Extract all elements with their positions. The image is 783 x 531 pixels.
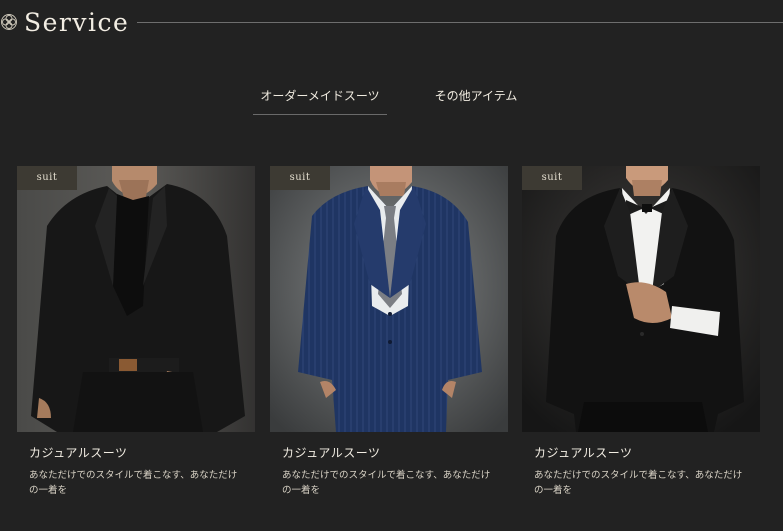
card-photo[interactable]: suit [17,166,255,432]
card-description: あなただけでのスタイルで着こなす、あなただけの一着を [29,470,238,496]
card-tag: suit [270,166,330,190]
tab-order-made-suits[interactable]: オーダーメイドスーツ [253,82,387,115]
tab-other-items[interactable]: その他アイテム [420,82,532,114]
page-title: Service [24,8,130,37]
card-tag: suit [17,166,77,190]
section-header: Service [0,0,783,48]
card-photo[interactable]: suit [270,166,508,432]
card-description: あなただけでのスタイルで着こなす、あなただけの一着を [534,470,743,496]
title-divider [137,22,783,23]
card-photo[interactable]: suit [522,166,760,432]
card-tag: suit [522,166,582,190]
floral-emblem-icon [0,13,18,31]
service-tabs: オーダーメイドスーツ その他アイテム [0,82,783,116]
service-card[interactable]: suit カジュアルスーツ あなただけでのスタイルで着こなす、あなただけの一着を [522,166,760,496]
service-card[interactable]: suit カジュアルスーツ あなただけでのスタイルで着こなす、あなただけの一着を [17,166,255,496]
card-title[interactable]: カジュアルスーツ [534,444,633,461]
card-title[interactable]: カジュアルスーツ [29,444,128,461]
card-title[interactable]: カジュアルスーツ [282,444,381,461]
service-card[interactable]: suit カジュアルスーツ あなただけでのスタイルで着こなす、あなただけの一着を [270,166,508,496]
card-description: あなただけでのスタイルで着こなす、あなただけの一着を [282,470,491,496]
